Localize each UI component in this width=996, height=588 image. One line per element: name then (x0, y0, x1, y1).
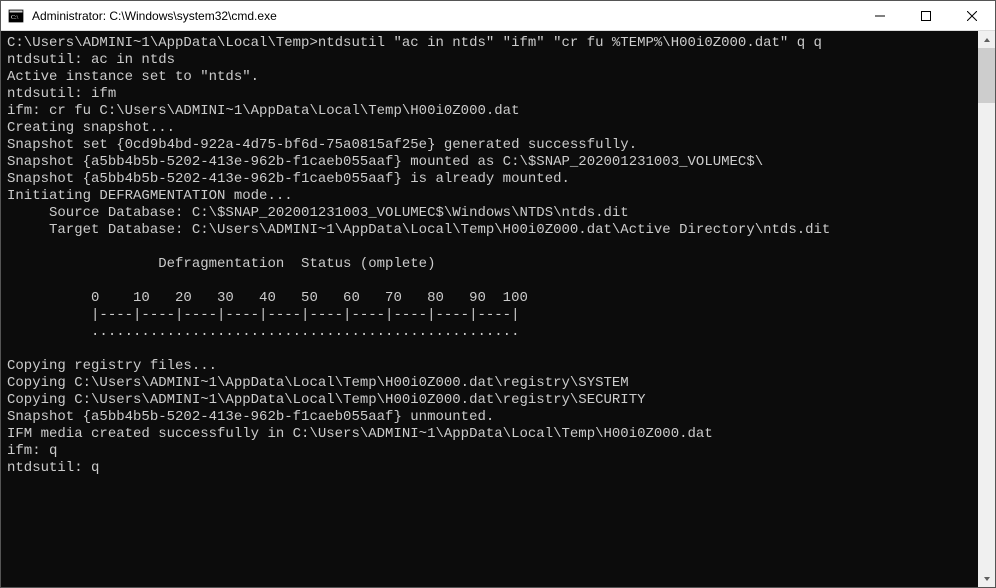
svg-text:C:\: C:\ (11, 15, 19, 21)
terminal-output[interactable]: C:\Users\ADMINI~1\AppData\Local\Temp>ntd… (1, 31, 978, 587)
titlebar[interactable]: C:\ Administrator: C:\Windows\system32\c… (1, 1, 995, 31)
scrollbar-track[interactable] (978, 48, 995, 570)
vertical-scrollbar[interactable] (978, 31, 995, 587)
cmd-icon: C:\ (8, 8, 24, 24)
scrollbar-thumb[interactable] (978, 48, 995, 103)
close-button[interactable] (949, 1, 995, 30)
window-controls (857, 1, 995, 30)
terminal-area: C:\Users\ADMINI~1\AppData\Local\Temp>ntd… (1, 31, 995, 587)
maximize-button[interactable] (903, 1, 949, 30)
scroll-down-button[interactable] (978, 570, 995, 587)
window-title: Administrator: C:\Windows\system32\cmd.e… (31, 9, 857, 23)
cmd-window: C:\ Administrator: C:\Windows\system32\c… (0, 0, 996, 588)
scroll-up-button[interactable] (978, 31, 995, 48)
minimize-button[interactable] (857, 1, 903, 30)
